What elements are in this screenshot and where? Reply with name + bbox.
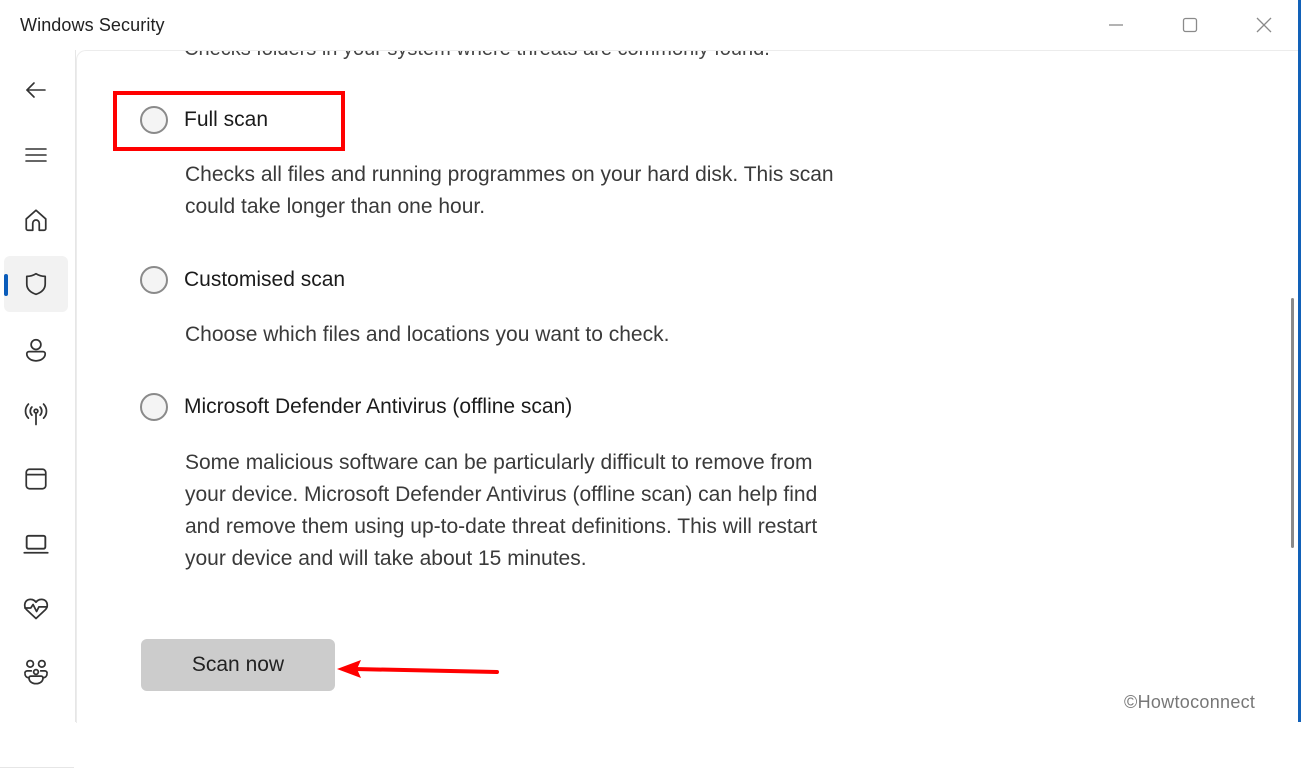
red-highlight-annotation: [113, 91, 345, 151]
watermark: ©Howtoconnect: [1124, 692, 1256, 712]
hamburger-menu-icon: [25, 148, 47, 162]
description-line: Checks all files and running programmes …: [185, 163, 834, 186]
browser-window-icon: [25, 468, 47, 490]
red-arrow-annotation: [337, 660, 499, 678]
sidebar-nav: [0, 50, 75, 768]
sidebar-item-app-browser-control[interactable]: [4, 451, 68, 507]
sidebar-item-home[interactable]: [4, 192, 68, 248]
back-button[interactable]: [4, 62, 68, 118]
sidebar-item-device-performance-health[interactable]: [4, 580, 68, 636]
customised-scan-radio[interactable]: [140, 266, 168, 294]
maximize-icon: [1182, 17, 1198, 33]
offline-scan-option[interactable]: Microsoft Defender Antivirus (offline sc…: [140, 393, 572, 421]
quick-scan-description: Checks folders in your system where thre…: [184, 51, 770, 61]
scrollbar-thumb[interactable]: [1291, 298, 1294, 548]
full-scan-description: Checks all files and running programmes …: [185, 159, 834, 223]
description-line: Some malicious software can be particula…: [185, 451, 813, 474]
app-title: Windows Security: [20, 15, 165, 35]
sidebar-item-firewall[interactable]: [4, 386, 68, 442]
home-icon: [25, 209, 47, 232]
maximize-button[interactable]: [1160, 6, 1220, 44]
person-icon: [25, 338, 47, 362]
close-icon: [1256, 17, 1272, 33]
title-bar: Windows Security: [0, 0, 1298, 50]
sidebar-item-virus-threat-protection[interactable]: [4, 256, 68, 312]
heart-pulse-icon: [23, 598, 49, 620]
offline-scan-description: Some malicious software can be particula…: [185, 447, 817, 575]
minimize-icon: [1109, 24, 1123, 26]
minimize-button[interactable]: [1086, 6, 1146, 44]
offline-scan-label: Microsoft Defender Antivirus (offline sc…: [184, 395, 573, 418]
customised-scan-option[interactable]: Customised scan: [140, 266, 345, 294]
customised-scan-description: Choose which files and locations you wan…: [185, 319, 669, 351]
description-line: and remove them using up-to-date threat …: [185, 515, 818, 538]
shield-icon: [25, 272, 47, 296]
sidebar-item-family-options[interactable]: [4, 644, 68, 700]
sidebar-item-device-security[interactable]: [4, 516, 68, 572]
description-line: Choose which files and locations you wan…: [185, 323, 670, 346]
antenna-icon: [24, 403, 48, 426]
description-line: could take longer than one hour.: [185, 195, 486, 218]
arrow-left-icon: [26, 82, 46, 98]
description-line: your device. Microsoft Defender Antiviru…: [185, 483, 818, 506]
laptop-icon: [23, 534, 49, 554]
customised-scan-label: Customised scan: [184, 268, 346, 291]
windows-security-window: Windows Security Full scan Checks all fi…: [0, 0, 1299, 768]
offline-scan-radio[interactable]: [140, 393, 168, 421]
scan-options-panel: Checks folders in your system where thre…: [76, 50, 1299, 723]
active-indicator: [4, 274, 8, 296]
family-icon: [24, 659, 48, 685]
scan-now-button[interactable]: Scan now: [141, 639, 335, 691]
close-button[interactable]: [1234, 6, 1294, 44]
sidebar-item-account-protection[interactable]: [4, 322, 68, 378]
description-line: your device and will take about 15 minut…: [185, 547, 587, 570]
menu-button[interactable]: [4, 127, 68, 183]
